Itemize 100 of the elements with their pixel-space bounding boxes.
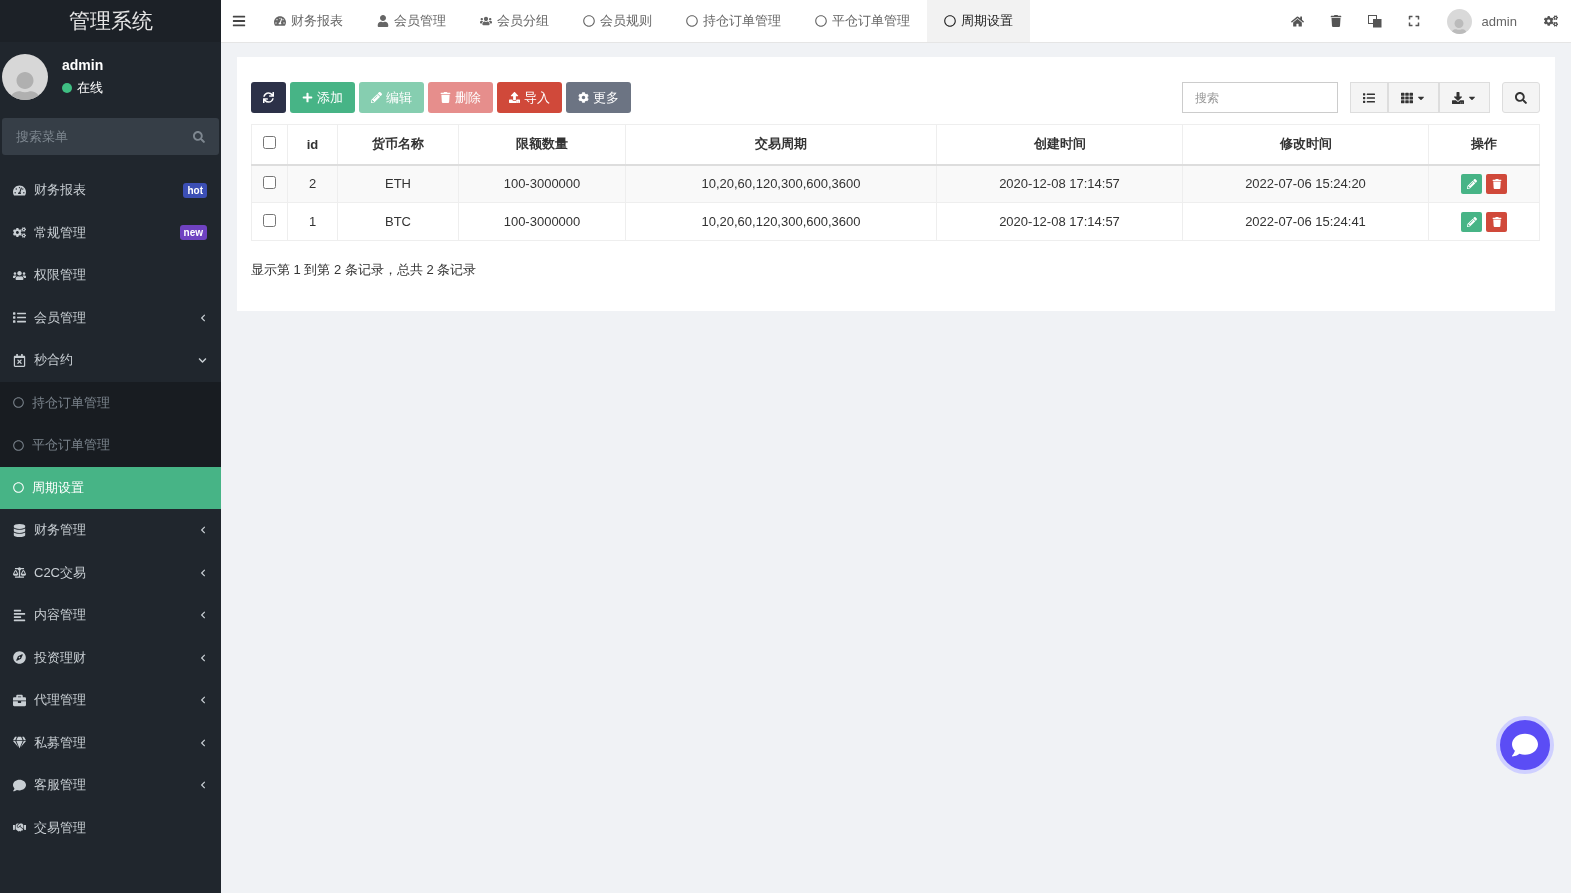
user-status: 在线 bbox=[77, 79, 103, 97]
search-icon bbox=[1515, 91, 1527, 104]
trash-icon bbox=[1491, 178, 1502, 189]
column-header: 交易周期 bbox=[625, 124, 937, 165]
table-cell: 2022-07-06 15:24:20 bbox=[1182, 164, 1429, 203]
tab[interactable]: 会员管理 bbox=[360, 0, 463, 42]
table-cell: 2020-12-08 17:14:57 bbox=[936, 202, 1183, 241]
list-icon bbox=[13, 311, 26, 325]
speech-bubble-icon bbox=[1512, 732, 1538, 758]
users-icon bbox=[480, 15, 492, 27]
chevron-left-icon bbox=[199, 738, 207, 747]
speech-bubble-icon bbox=[13, 778, 26, 792]
scales-icon bbox=[13, 566, 26, 580]
row-checkbox[interactable] bbox=[263, 175, 276, 189]
download-icon bbox=[1452, 91, 1464, 104]
user-name[interactable]: admin bbox=[1481, 13, 1517, 29]
grid-icon bbox=[1401, 91, 1413, 104]
tab[interactable]: 财务报表 bbox=[257, 0, 360, 42]
gem-icon bbox=[13, 736, 26, 750]
more-button[interactable]: 更多 bbox=[566, 82, 631, 113]
table-cell: ETH bbox=[337, 164, 459, 203]
table-cell: 10,20,60,120,300,600,3600 bbox=[625, 202, 937, 241]
chat-button[interactable] bbox=[1496, 716, 1554, 774]
list-icon bbox=[1363, 91, 1375, 104]
table-cell: 1 bbox=[287, 202, 338, 241]
menu-item[interactable]: 内容管理 bbox=[0, 594, 221, 637]
menu-item[interactable]: 投资理财 bbox=[0, 636, 221, 679]
menu-item[interactable]: 客服管理 bbox=[0, 764, 221, 807]
refresh-icon bbox=[263, 92, 274, 103]
column-header: id bbox=[287, 124, 338, 165]
menu-item[interactable]: 私募管理 bbox=[0, 721, 221, 764]
menu-item[interactable]: 财务报表 hot bbox=[0, 169, 221, 212]
user-icon bbox=[377, 15, 389, 27]
compass-icon bbox=[13, 651, 26, 665]
online-dot bbox=[62, 83, 72, 93]
chevron-left-icon bbox=[199, 781, 207, 790]
pencil-icon bbox=[1466, 178, 1477, 189]
dashboard-icon bbox=[274, 15, 286, 27]
tab[interactable]: 会员分组 bbox=[463, 0, 566, 42]
menu-item[interactable]: 权限管理 bbox=[0, 254, 221, 297]
database-icon bbox=[13, 523, 26, 537]
trash-icon bbox=[1491, 216, 1502, 227]
columns-button[interactable] bbox=[1388, 82, 1439, 113]
tab[interactable]: 会员规则 bbox=[566, 0, 669, 42]
menu-item[interactable]: 常规管理 new bbox=[0, 211, 221, 254]
tab[interactable]: 平仓订单管理 bbox=[798, 0, 927, 42]
chevron-left-icon bbox=[199, 696, 207, 705]
upload-icon bbox=[509, 92, 520, 103]
pagination-info: 显示第 1 到第 2 条记录，总共 2 条记录 bbox=[251, 261, 478, 279]
column-header: 创建时间 bbox=[936, 124, 1183, 165]
search-icon bbox=[193, 130, 205, 143]
table-cell: 10,20,60,120,300,600,3600 bbox=[625, 164, 937, 203]
export-button[interactable] bbox=[1439, 82, 1490, 113]
delete-button[interactable] bbox=[1486, 173, 1507, 194]
menu-badge: hot bbox=[183, 182, 207, 198]
users-icon bbox=[13, 268, 26, 282]
menu-badge: new bbox=[179, 225, 207, 241]
lines-icon bbox=[13, 608, 26, 622]
chevron-left-icon bbox=[199, 568, 207, 577]
table-cell: 100-3000000 bbox=[458, 202, 626, 241]
tab[interactable]: 周期设置 bbox=[927, 0, 1030, 42]
trash-icon bbox=[440, 92, 451, 103]
briefcase-icon bbox=[13, 693, 26, 707]
pencil-icon bbox=[371, 92, 382, 103]
menu-item[interactable]: 秒合约 bbox=[0, 339, 221, 382]
submenu-item[interactable]: 持仓订单管理 bbox=[0, 381, 221, 424]
search-button[interactable] bbox=[1502, 82, 1540, 113]
submenu-item[interactable]: 平仓订单管理 bbox=[0, 424, 221, 467]
tab[interactable]: 持仓订单管理 bbox=[669, 0, 798, 42]
delete-button[interactable] bbox=[1486, 211, 1507, 232]
table-cell: BTC bbox=[337, 202, 459, 241]
column-header: 操作 bbox=[1428, 124, 1540, 165]
menu-item[interactable]: 代理管理 bbox=[0, 679, 221, 722]
user-name: admin bbox=[62, 57, 104, 73]
avatar bbox=[1446, 8, 1472, 34]
table-cell: 2022-07-06 15:24:41 bbox=[1182, 202, 1429, 241]
chevron-left-icon bbox=[199, 526, 207, 535]
row-checkbox[interactable] bbox=[263, 213, 276, 227]
chevron-down-icon bbox=[198, 355, 207, 365]
menu-item[interactable]: 会员管理 bbox=[0, 296, 221, 339]
table-cell: 2 bbox=[287, 164, 338, 203]
gear-icon bbox=[578, 92, 589, 103]
avatar bbox=[2, 54, 48, 100]
menu-item[interactable]: 交易管理 bbox=[0, 806, 221, 849]
pencil-icon bbox=[1466, 216, 1477, 227]
search-field[interactable]: 搜索 bbox=[1182, 82, 1338, 113]
calendar-icon bbox=[13, 353, 26, 367]
refresh-button[interactable] bbox=[251, 82, 286, 113]
edit-button[interactable] bbox=[1461, 211, 1482, 232]
table-cell: 2020-12-08 17:14:57 bbox=[936, 164, 1183, 203]
chevron-left-icon bbox=[199, 611, 207, 620]
app-title: 管理系统 bbox=[0, 0, 221, 42]
menu-item[interactable]: 财务管理 bbox=[0, 509, 221, 552]
select-all-checkbox[interactable] bbox=[263, 136, 276, 150]
column-header: 修改时间 bbox=[1182, 124, 1429, 165]
import-button[interactable]: 导入 bbox=[497, 82, 562, 113]
chevron-left-icon bbox=[199, 313, 207, 322]
menu-item[interactable]: C2C交易 bbox=[0, 551, 221, 594]
toggle-view-button[interactable] bbox=[1350, 82, 1388, 113]
table-cell: 100-3000000 bbox=[458, 164, 626, 203]
